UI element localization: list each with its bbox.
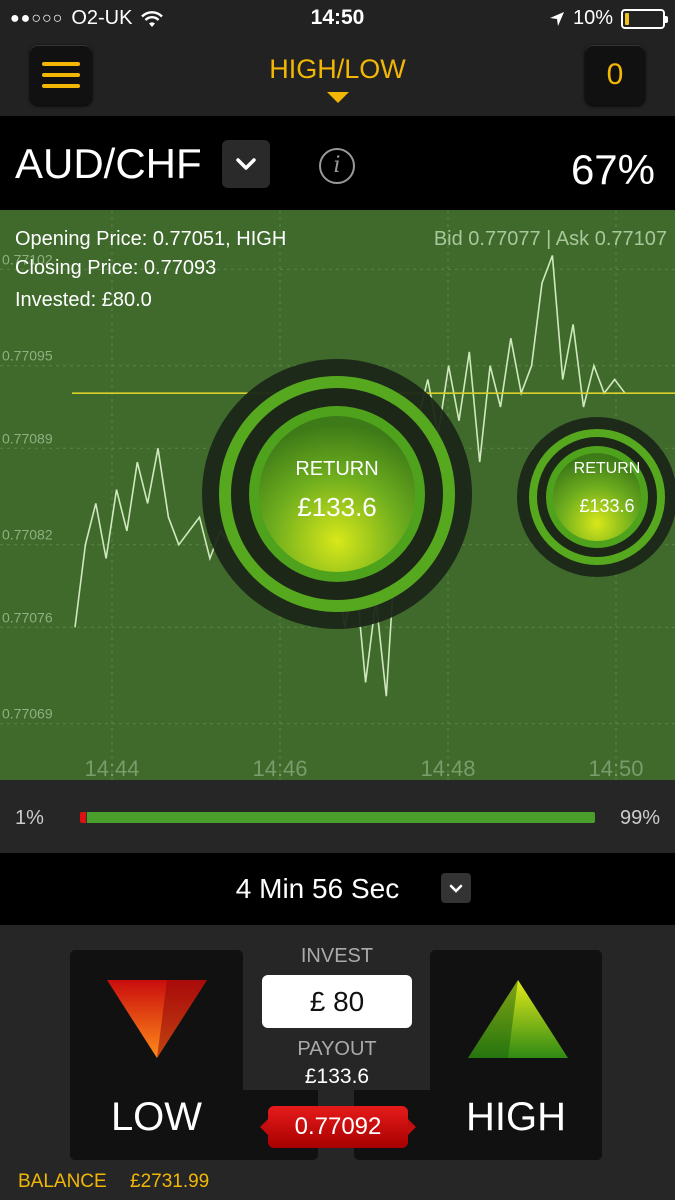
sentiment-track <box>80 812 595 823</box>
battery-level <box>625 12 629 25</box>
battery-percent: 10% <box>572 7 613 29</box>
low-label: LOW <box>110 1095 203 1139</box>
return-label-small: RETURN <box>573 460 641 477</box>
open-trades-counter[interactable]: 0 <box>585 45 645 105</box>
expiry-bar: 4 Min 56 Sec <box>0 853 675 925</box>
trade-panel: LOW HIGH INVEST £ 80 PAYOUT £133.6 0.770… <box>0 925 675 1200</box>
balance-value: £2731.99 <box>130 1171 210 1192</box>
caret-down-icon[interactable] <box>327 92 349 103</box>
up-triangle-icon <box>468 980 568 1058</box>
expiry-countdown: 4 Min 56 Sec <box>235 873 400 904</box>
current-price-badge: 0.77092 <box>260 1106 416 1148</box>
status-bar: ●●○○○ O2-UK 14:50 10% <box>0 0 675 38</box>
return-value: £133.6 <box>297 492 377 522</box>
expiry-dropdown-button[interactable] <box>441 873 471 903</box>
invest-amount-field[interactable]: £ 80 <box>262 975 412 1028</box>
balance-label: BALANCE <box>18 1171 107 1192</box>
status-right: 10% <box>549 7 668 30</box>
down-triangle-icon <box>107 980 207 1058</box>
asset-bar: AUD/CHF i 67% <box>0 116 675 210</box>
asset-name[interactable]: AUD/CHF <box>15 140 202 188</box>
price-chart[interactable]: 0.77102 0.77095 0.77089 0.77082 0.77076 0.770… <box>0 210 675 780</box>
info-icon[interactable]: i <box>319 148 355 184</box>
chevron-down-icon <box>449 884 463 893</box>
location-arrow-icon <box>549 11 564 26</box>
asset-dropdown-button[interactable] <box>222 140 270 188</box>
nav-bar: HIGH/LOW 0 <box>0 38 675 116</box>
high-label: HIGH <box>466 1095 566 1139</box>
high-sentiment-fill <box>87 812 595 823</box>
invest-label: INVEST <box>300 945 374 967</box>
return-value-small: £133.6 <box>579 496 635 516</box>
chevron-down-icon <box>236 158 256 170</box>
low-sentiment-percent: 1% <box>15 807 44 829</box>
battery-icon <box>621 8 668 29</box>
low-sentiment-fill <box>80 812 86 823</box>
return-label: RETURN <box>295 458 379 480</box>
trade-mode-title[interactable]: HIGH/LOW <box>0 54 675 85</box>
high-sentiment-percent: 99% <box>619 807 660 829</box>
payout-label: PAYOUT <box>297 1038 377 1060</box>
payout-value: £133.6 <box>304 1065 370 1088</box>
payout-percent: 67% <box>570 146 655 193</box>
sentiment-bar: 1% 99% <box>0 780 675 853</box>
